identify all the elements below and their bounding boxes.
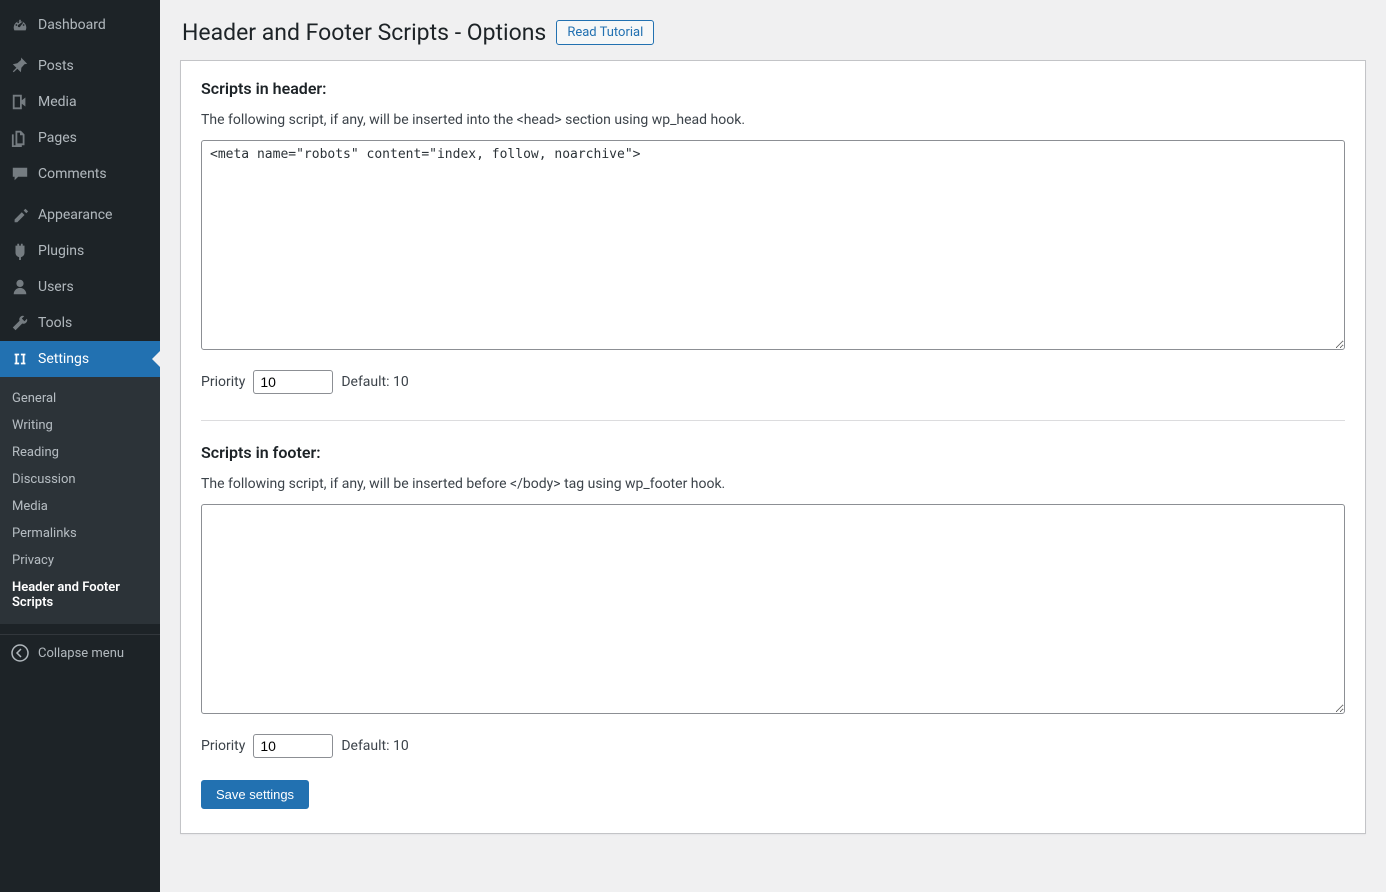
sidebar-item-plugins[interactable]: Plugins (0, 233, 160, 269)
tools-icon (10, 313, 30, 333)
footer-priority-input[interactable] (253, 734, 333, 758)
header-priority-label: Priority (201, 374, 245, 390)
submenu-item-permalinks[interactable]: Permalinks (0, 520, 160, 547)
sidebar-item-label: Settings (38, 351, 89, 367)
media-icon (10, 92, 30, 112)
sidebar-item-label: Dashboard (38, 17, 106, 33)
submenu-item-reading[interactable]: Reading (0, 439, 160, 466)
page-title: Header and Footer Scripts - Options (182, 19, 546, 46)
sidebar-item-tools[interactable]: Tools (0, 305, 160, 341)
sidebar-item-comments[interactable]: Comments (0, 156, 160, 192)
submenu-item-media[interactable]: Media (0, 493, 160, 520)
header-scripts-textarea[interactable] (201, 140, 1345, 350)
footer-scripts-title: Scripts in footer: (201, 443, 1345, 462)
sidebar-item-dashboard[interactable]: Dashboard (0, 7, 160, 43)
header-priority-row: Priority Default: 10 (201, 370, 1345, 394)
dashboard-icon (10, 15, 30, 35)
collapse-icon (10, 643, 30, 663)
admin-sidebar: Dashboard Posts Media Pages Comments App… (0, 0, 160, 892)
pin-icon (10, 56, 30, 76)
footer-scripts-textarea[interactable] (201, 504, 1345, 714)
comments-icon (10, 164, 30, 184)
sidebar-item-label: Comments (38, 166, 107, 182)
section-divider (201, 420, 1345, 421)
sidebar-item-posts[interactable]: Posts (0, 48, 160, 84)
sidebar-item-appearance[interactable]: Appearance (0, 197, 160, 233)
submenu-item-general[interactable]: General (0, 385, 160, 412)
settings-panel: Scripts in header: The following script,… (180, 60, 1366, 834)
sidebar-item-label: Pages (38, 130, 77, 146)
footer-priority-default: Default: 10 (341, 738, 408, 754)
sidebar-item-label: Media (38, 94, 77, 110)
sidebar-item-settings[interactable]: Settings (0, 341, 160, 377)
sidebar-item-label: Posts (38, 58, 74, 74)
footer-priority-row: Priority Default: 10 (201, 734, 1345, 758)
page-header: Header and Footer Scripts - Options Read… (180, 10, 1366, 60)
sidebar-item-pages[interactable]: Pages (0, 120, 160, 156)
submenu-item-discussion[interactable]: Discussion (0, 466, 160, 493)
users-icon (10, 277, 30, 297)
submenu-item-writing[interactable]: Writing (0, 412, 160, 439)
sidebar-item-label: Plugins (38, 243, 84, 259)
header-priority-input[interactable] (253, 370, 333, 394)
header-priority-default: Default: 10 (341, 374, 408, 390)
submenu-item-privacy[interactable]: Privacy (0, 547, 160, 574)
pages-icon (10, 128, 30, 148)
header-scripts-desc: The following script, if any, will be in… (201, 112, 1345, 128)
sidebar-item-media[interactable]: Media (0, 84, 160, 120)
main-content: Header and Footer Scripts - Options Read… (160, 0, 1386, 892)
collapse-menu-label: Collapse menu (38, 646, 124, 661)
sidebar-item-users[interactable]: Users (0, 269, 160, 305)
sidebar-item-label: Tools (38, 315, 72, 331)
submenu-item-header-footer-scripts[interactable]: Header and Footer Scripts (0, 574, 160, 616)
settings-submenu: General Writing Reading Discussion Media… (0, 377, 160, 624)
sidebar-item-label: Users (38, 279, 74, 295)
header-scripts-title: Scripts in header: (201, 79, 1345, 98)
collapse-menu-button[interactable]: Collapse menu (0, 634, 160, 671)
footer-scripts-desc: The following script, if any, will be in… (201, 476, 1345, 492)
sidebar-item-label: Appearance (38, 207, 112, 223)
save-settings-button[interactable]: Save settings (201, 780, 309, 809)
footer-priority-label: Priority (201, 738, 245, 754)
read-tutorial-button[interactable]: Read Tutorial (556, 20, 654, 45)
plugin-icon (10, 241, 30, 261)
settings-icon (10, 349, 30, 369)
appearance-icon (10, 205, 30, 225)
